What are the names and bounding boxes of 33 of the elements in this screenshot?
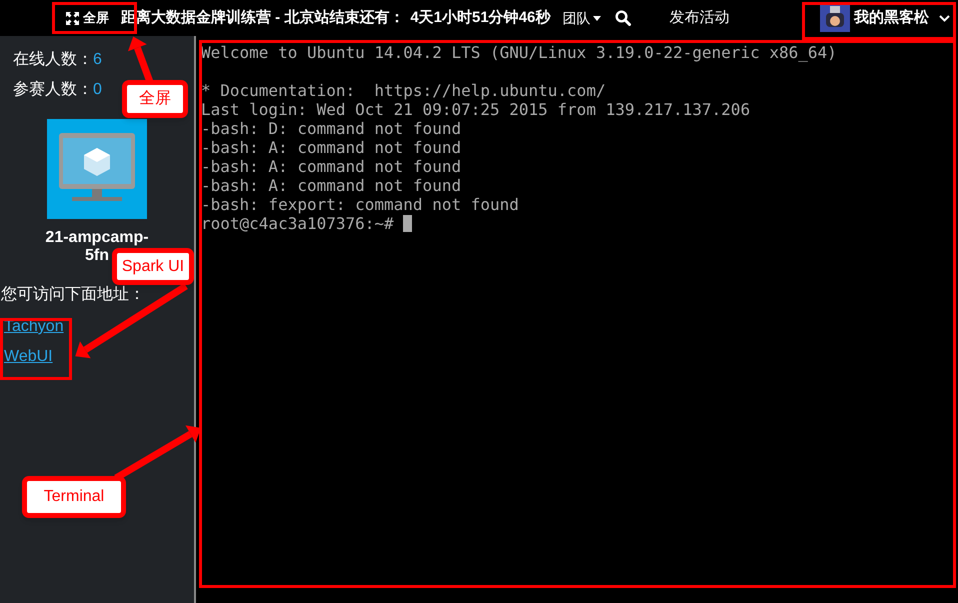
stat-value: 6 [93,50,102,70]
callout-label: Terminal [22,476,126,518]
publish-link[interactable]: 发布活动 [669,6,730,30]
callout-label: 全屏 [122,80,188,118]
virtual-machine-icon [47,119,147,219]
search-icon[interactable] [615,10,632,26]
terminal-line: -bash: A: command not found [201,138,462,157]
countdown-value: 4天1小时51分钟46秒 [410,8,550,28]
terminal-line: -bash: A: command not found [201,157,462,176]
caret-icon [593,16,602,20]
terminal-prompt: root@c4ac3a107376:~# [201,214,394,233]
callout-label: Spark UI [112,248,194,285]
team-menu[interactable]: 团队 [562,8,602,28]
highlight-frame [0,318,72,380]
chevron-icon [939,14,950,22]
stat-label: 在线人数： [13,50,93,70]
stat-label: 参赛人数： [13,80,93,100]
terminal-line: Last login: Wed Oct 21 09:07:25 2015 from 139.217.137.206 [201,100,750,119]
terminal-line: * Documentation: https://help.ubuntu.com/ [201,81,606,100]
terminal-line: -bash: D: command not found [201,119,462,138]
avatar [820,4,850,32]
cursor [402,215,412,232]
terminal-line: -bash: fexport: command not found [201,195,519,214]
terminal-line: Welcome to Ubuntu 14.04.2 LTS (GNU/Linux 3.19.0-22-generic x86_64) [201,43,837,62]
user-menu[interactable]: 我的黑客松 [820,4,950,32]
vm-name: 5fn [85,247,109,265]
fullscreen-icon [66,12,79,24]
links-caption: 您可访问下面地址： [1,284,145,305]
terminal-line: -bash: A: command not found [201,176,462,195]
stat-value: 0 [93,80,102,100]
service-link[interactable]: WebUI [4,345,64,369]
fullscreen-button[interactable]: 全屏 [66,8,109,28]
vm-name: 21-ampcamp- [45,229,149,247]
